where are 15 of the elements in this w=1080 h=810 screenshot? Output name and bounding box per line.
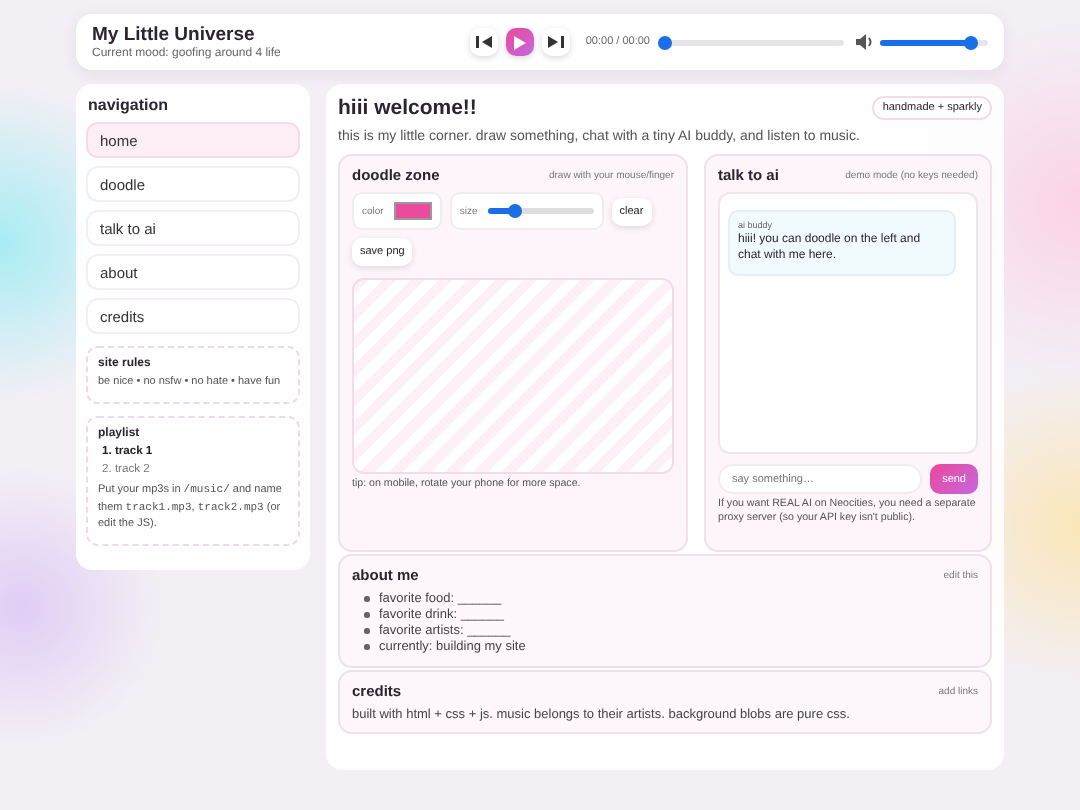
play-button[interactable] — [505, 28, 534, 56]
bullet-icon — [364, 596, 369, 602]
previous-button[interactable] — [469, 28, 498, 56]
sidebar-heading: navigation — [88, 96, 171, 114]
next-button[interactable] — [541, 28, 570, 56]
site-title: My Little Universe — [92, 24, 257, 46]
volume-slider[interactable] — [880, 39, 988, 45]
play-icon — [513, 35, 526, 49]
previous-icon — [475, 36, 492, 48]
next-icon — [547, 36, 564, 48]
page-title: hiii welcome!! — [338, 96, 477, 120]
bullet-icon — [364, 628, 369, 634]
speaker-icon — [856, 34, 874, 50]
bullet-icon — [364, 644, 369, 650]
bullet-icon — [364, 612, 369, 618]
